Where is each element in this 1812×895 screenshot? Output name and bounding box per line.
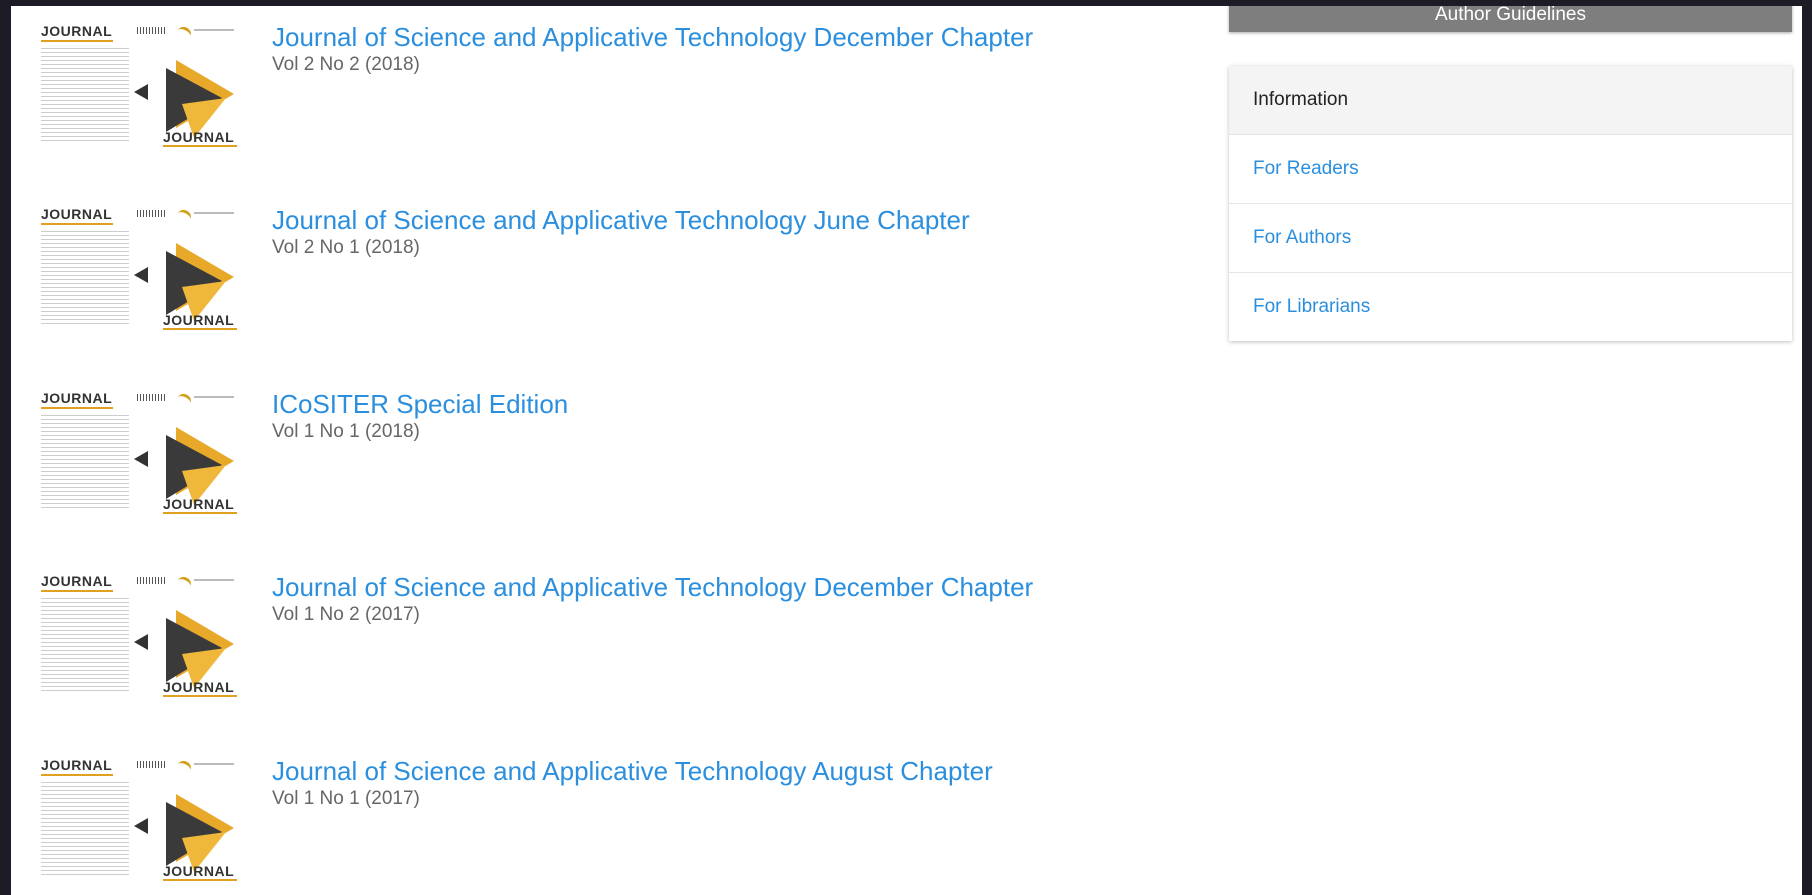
cover-tiny-text: [194, 396, 234, 398]
cover-journal-label: JOURNAL: [163, 496, 235, 512]
swoosh-logo-icon: [174, 24, 194, 43]
issue-cover-image[interactable]: JOURNAL JOURNAL: [34, 562, 238, 712]
issue-item: JOURNAL JOURNAL Journal of Science and A…: [34, 12, 1134, 162]
issue-cover-image[interactable]: JOURNAL JOURNAL: [34, 12, 238, 162]
issue-title-link[interactable]: Journal of Science and Applicative Techn…: [272, 22, 1033, 53]
barcode-icon: [137, 210, 167, 217]
cover-journal-label: JOURNAL: [163, 679, 235, 695]
cover-accent-line: [163, 328, 237, 330]
swoosh-logo-icon: [174, 391, 194, 410]
issue-item: JOURNAL JOURNAL Journal of Science and A…: [34, 195, 1134, 345]
swoosh-logo-icon: [174, 574, 194, 593]
author-guidelines-button[interactable]: Author Guidelines: [1229, 6, 1792, 32]
issue-series: Vol 2 No 1 (2018): [272, 237, 420, 258]
issue-series: Vol 1 No 1 (2018): [272, 421, 420, 442]
cover-accent-line: [41, 407, 113, 409]
swoosh-logo-icon: [174, 758, 194, 777]
cover-text-block: [41, 415, 129, 511]
for-librarians-link[interactable]: For Librarians: [1229, 273, 1792, 341]
cover-accent-line: [41, 223, 113, 225]
issue-series: Vol 1 No 2 (2017): [272, 604, 420, 625]
cover-journal-label: JOURNAL: [163, 863, 235, 879]
issue-series: Vol 1 No 1 (2017): [272, 788, 420, 809]
issue-item: JOURNAL JOURNAL ICoSITER Special Edition…: [34, 379, 1134, 529]
cover-accent-line: [41, 774, 113, 776]
cover-accent-line: [41, 590, 113, 592]
issue-item: JOURNAL JOURNAL Journal of Science and A…: [34, 746, 1134, 895]
issue-item: JOURNAL JOURNAL Journal of Science and A…: [34, 562, 1134, 712]
for-readers-link[interactable]: For Readers: [1229, 135, 1792, 204]
issue-title-link[interactable]: Journal of Science and Applicative Techn…: [272, 205, 970, 236]
barcode-icon: [137, 761, 167, 768]
cover-journal-label: JOURNAL: [163, 312, 235, 328]
page: JOURNAL JOURNAL Journal of Science and A…: [11, 6, 1802, 895]
cover-accent-line: [163, 879, 237, 881]
cover-tiny-text: [194, 212, 234, 214]
cover-journal-label: JOURNAL: [41, 390, 113, 406]
cover-text-block: [41, 782, 129, 878]
cover-accent-line: [41, 40, 113, 42]
cover-tiny-text: [194, 763, 234, 765]
for-authors-link[interactable]: For Authors: [1229, 204, 1792, 273]
issue-cover-image[interactable]: JOURNAL JOURNAL: [34, 379, 238, 529]
swoosh-logo-icon: [174, 207, 194, 226]
cover-accent-line: [163, 695, 237, 697]
cover-accent-line: [163, 145, 237, 147]
barcode-icon: [137, 577, 167, 584]
issue-cover-image[interactable]: JOURNAL JOURNAL: [34, 195, 238, 345]
information-title: Information: [1229, 66, 1792, 135]
cover-tiny-text: [194, 579, 234, 581]
cover-accent-line: [163, 512, 237, 514]
issue-title-link[interactable]: Journal of Science and Applicative Techn…: [272, 756, 993, 787]
issue-title-link[interactable]: ICoSITER Special Edition: [272, 389, 568, 420]
cover-text-block: [41, 231, 129, 327]
cover-journal-label: JOURNAL: [41, 573, 113, 589]
cover-journal-label: JOURNAL: [41, 757, 113, 773]
cover-text-block: [41, 48, 129, 144]
cover-text-block: [41, 598, 129, 694]
issue-title-link[interactable]: Journal of Science and Applicative Techn…: [272, 572, 1033, 603]
cover-journal-label: JOURNAL: [41, 206, 113, 222]
issue-cover-image[interactable]: JOURNAL JOURNAL: [34, 746, 238, 895]
barcode-icon: [137, 394, 167, 401]
cover-tiny-text: [194, 29, 234, 31]
barcode-icon: [137, 27, 167, 34]
issue-series: Vol 2 No 2 (2018): [272, 54, 420, 75]
cover-journal-label: JOURNAL: [41, 23, 113, 39]
information-block: Information For Readers For Authors For …: [1229, 66, 1792, 341]
cover-journal-label: JOURNAL: [163, 129, 235, 145]
